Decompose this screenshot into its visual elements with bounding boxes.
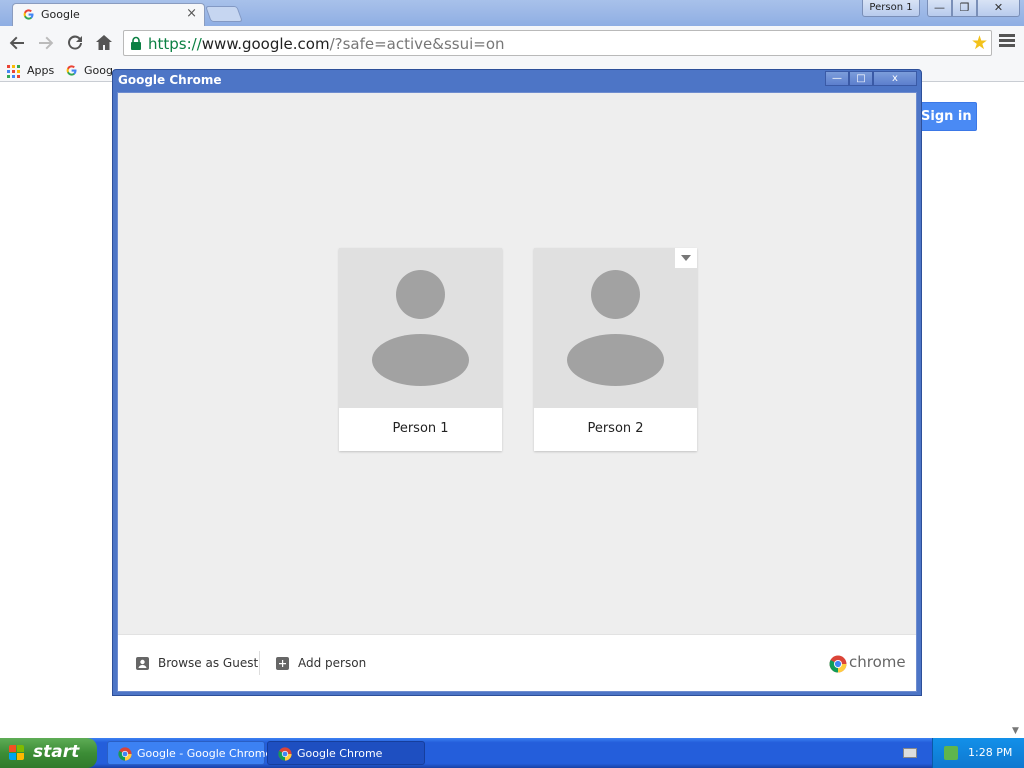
network-icon[interactable]	[944, 746, 958, 760]
keyboard-icon[interactable]	[903, 748, 917, 758]
url-host: www.google.com	[201, 35, 330, 53]
taskbar-item-label: Google - Google Chrome	[137, 747, 273, 760]
start-button[interactable]: start	[0, 738, 97, 768]
start-label: start	[33, 742, 80, 762]
guest-person-icon	[136, 657, 149, 670]
chrome-icon	[278, 747, 292, 761]
lock-icon	[131, 36, 141, 50]
profile-chooser-dialog: Google Chrome — □ x Person 1 Person 2 Br…	[112, 69, 922, 696]
tab-google[interactable]: Google ×	[12, 3, 205, 26]
dialog-title: Google Chrome	[118, 73, 222, 87]
bookmark-label: Apps	[27, 64, 55, 77]
add-person-button[interactable]: Add person	[276, 656, 376, 672]
system-tray: 1:28 PM	[932, 738, 1024, 768]
chrome-wordmark: chrome	[849, 653, 906, 671]
scroll-down-arrow-icon[interactable]: ▼	[1012, 726, 1019, 736]
tab-close-icon[interactable]: ×	[186, 6, 197, 21]
windows-logo-icon	[9, 745, 26, 762]
bookmark-label: Google	[84, 64, 113, 77]
chrome-menu-icon[interactable]	[999, 34, 1015, 50]
profile-name: Person 2	[534, 408, 697, 451]
profile-menu-dropdown-icon[interactable]	[675, 248, 697, 268]
tab-title: Google	[41, 8, 80, 21]
home-icon[interactable]	[93, 32, 115, 54]
apps-grid-icon	[7, 65, 21, 79]
dialog-maximize-button[interactable]: □	[849, 71, 873, 86]
footer-divider	[259, 651, 260, 675]
guest-label: Browse as Guest	[158, 656, 259, 670]
add-person-label: Add person	[298, 656, 367, 670]
window-close-button[interactable]: ✕	[977, 0, 1020, 17]
new-tab-button[interactable]	[205, 6, 243, 22]
reload-icon[interactable]	[64, 32, 86, 54]
window-restore-button[interactable]: ❐	[952, 0, 977, 17]
address-bar[interactable]: https://www.google.com/?safe=active&ssui…	[123, 30, 992, 56]
dialog-body: Person 1 Person 2 Browse as Guest Add pe	[117, 92, 917, 692]
chrome-icon	[118, 747, 132, 761]
default-avatar-icon	[534, 248, 697, 408]
google-icon	[23, 9, 34, 20]
url-text: https://www.google.com/?safe=active&ssui…	[148, 35, 505, 53]
profile-card-person-1[interactable]: Person 1	[339, 248, 502, 451]
url-scheme: https://	[148, 35, 202, 53]
profile-card-person-2[interactable]: Person 2	[534, 248, 697, 451]
window-minimize-button[interactable]: —	[927, 0, 952, 17]
taskbar-item-profile-dialog[interactable]: Google Chrome	[267, 741, 425, 765]
default-avatar-icon	[339, 248, 502, 408]
browser-title-bar: Google × Person 1 — ❐ ✕	[0, 0, 1024, 26]
forward-arrow-icon[interactable]	[35, 32, 57, 54]
google-icon	[66, 65, 77, 76]
url-path: /?safe=active&ssui=on	[329, 35, 505, 53]
dialog-close-button[interactable]: x	[873, 71, 917, 86]
page-scrollbar[interactable]: ▼	[1008, 82, 1024, 738]
bookmark-google[interactable]: Google	[65, 63, 113, 79]
taskbar-item-google-chrome-window[interactable]: Google - Google Chrome	[107, 741, 272, 765]
taskbar-item-label: Google Chrome	[297, 747, 383, 760]
clock[interactable]: 1:28 PM	[968, 746, 1012, 759]
dialog-minimize-button[interactable]: —	[825, 71, 849, 86]
bookmark-star-icon[interactable]: ★	[971, 32, 988, 54]
browser-toolbar: https://www.google.com/?safe=active&ssui…	[0, 26, 1024, 60]
dialog-footer: Browse as Guest Add person chrome	[118, 634, 916, 691]
browse-as-guest-button[interactable]: Browse as Guest	[136, 656, 259, 672]
chrome-logo-icon	[829, 655, 847, 673]
add-plus-icon	[276, 657, 289, 670]
back-arrow-icon[interactable]	[6, 32, 28, 54]
profile-button[interactable]: Person 1	[862, 0, 920, 17]
profile-name: Person 1	[339, 408, 502, 451]
taskbar: start Google - Google Chrome Google Chro…	[0, 738, 1024, 768]
